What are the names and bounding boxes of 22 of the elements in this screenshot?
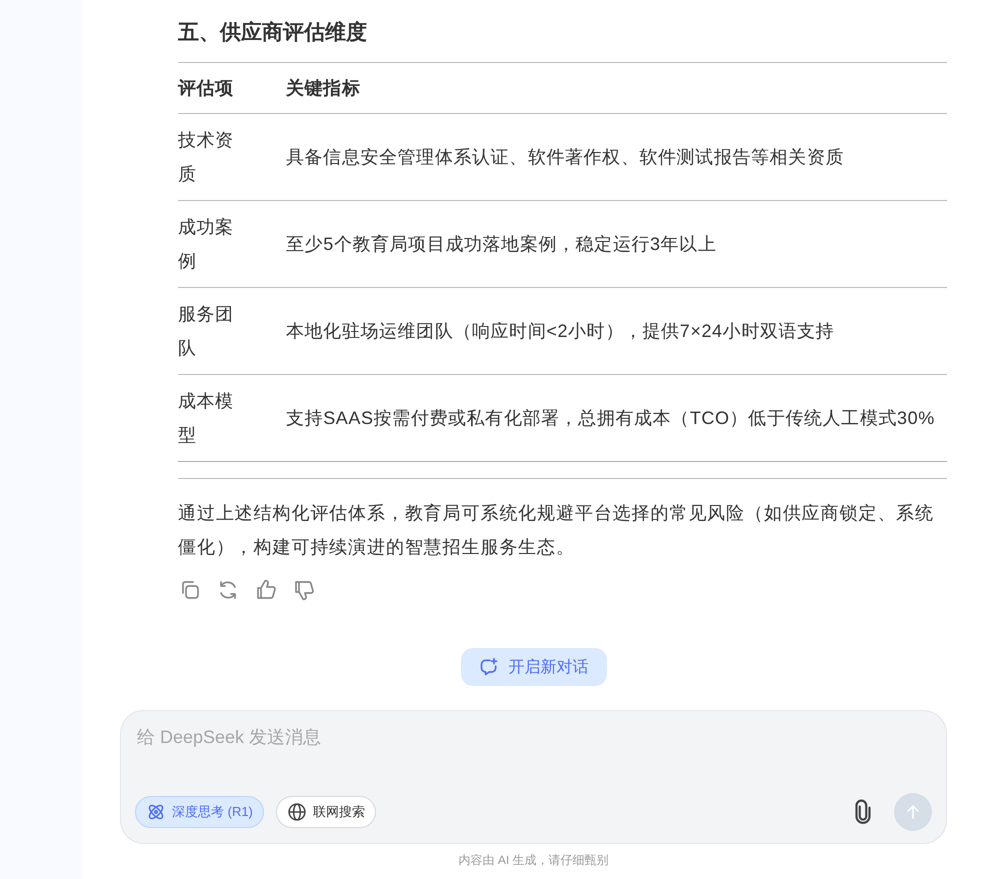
thumbs-down-icon[interactable]: [292, 578, 316, 602]
table-cell: 本地化驻场运维团队（响应时间<2小时），提供7×24小时双语支持: [286, 288, 947, 374]
table-cell: 技术资质: [178, 114, 286, 200]
table-cell: 成功案例: [178, 200, 286, 288]
atom-icon: [146, 802, 166, 822]
toggle-button[interactable]: 联网搜索: [276, 796, 376, 828]
thumbs-up-icon[interactable]: [254, 578, 278, 602]
message-input[interactable]: 给 DeepSeek 发送消息 深度思考 (R1) 联网搜索: [120, 710, 947, 844]
table-cell: 支持SAAS按需付费或私有化部署，总拥有成本（TCO）低于传统人工模式30%: [286, 374, 947, 462]
new-chat-button[interactable]: 开启新对话: [460, 648, 606, 686]
table-cell: 服务团队: [178, 288, 286, 374]
section-heading: 五、供应商评估维度: [178, 20, 368, 46]
globe-icon: [286, 802, 307, 822]
disclaimer-text: 内容由 AI 生成，请仔细甄别: [457, 852, 610, 869]
table-cell: 至少5个教育局项目成功落地案例，稳定运行3年以上: [286, 200, 947, 288]
table-cell: 成本模型: [178, 374, 286, 462]
column-header: 评估项: [178, 62, 286, 114]
column-header: 关键指标: [286, 62, 947, 114]
chat-plus-icon: [478, 657, 498, 677]
table-cell: 具备信息安全管理体系认证、软件著作权、软件测试报告等相关资质: [286, 114, 947, 200]
toggle-button[interactable]: 深度思考 (R1): [135, 796, 264, 828]
summary-paragraph: 通过上述结构化评估体系，教育局可系统化规避平台选择的常见风险（如供应商锁定、系统僵化），构建可持续演进的智慧招生服务生态。: [178, 502, 935, 559]
